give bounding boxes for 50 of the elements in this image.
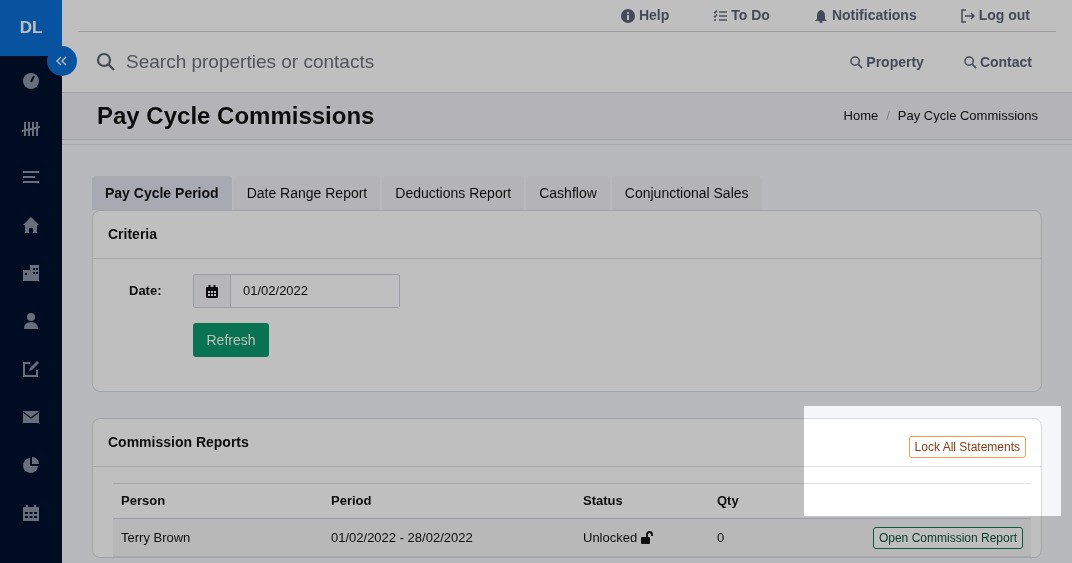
checklist-icon xyxy=(713,8,728,23)
table-cell: 0 xyxy=(709,518,809,557)
lock-all-button[interactable]: Lock All Statements xyxy=(908,435,1026,458)
person-icon[interactable] xyxy=(22,312,40,330)
column-header: Period xyxy=(323,483,575,519)
card-title: Criteria xyxy=(108,225,158,244)
logout-icon xyxy=(960,8,975,23)
tab[interactable]: Cashflow xyxy=(526,176,610,210)
card-title: Commission Reports xyxy=(108,433,249,452)
column-header: Person xyxy=(113,483,323,519)
search-field[interactable]: Search properties or contacts xyxy=(126,47,526,77)
open-report-button[interactable]: Open Commission Report xyxy=(872,526,1023,549)
info-icon xyxy=(620,8,635,23)
status-text: Unlocked xyxy=(583,527,654,548)
calendar-icon[interactable] xyxy=(22,504,40,522)
tab[interactable]: Pay Cycle Period xyxy=(92,176,232,210)
search-icon xyxy=(963,55,977,69)
search-link[interactable]: Property xyxy=(850,51,924,73)
top-link[interactable]: Help xyxy=(620,5,670,26)
top-link[interactable]: Log out xyxy=(960,5,1030,26)
buildings-icon[interactable] xyxy=(22,264,40,282)
tally-icon[interactable] xyxy=(22,120,40,138)
breadcrumb-separator: / xyxy=(886,107,890,126)
table-cell: Terry Brown xyxy=(113,518,323,557)
search-link[interactable]: Contact xyxy=(963,51,1032,73)
breadcrumb-link[interactable]: Home xyxy=(843,106,879,126)
calendar-icon xyxy=(206,284,218,298)
gauge-icon[interactable] xyxy=(22,72,40,90)
top-link[interactable]: To Do xyxy=(713,5,770,26)
tab[interactable]: Conjunctional Sales xyxy=(611,176,762,210)
table-cell: 01/02/2022 - 28/02/2022 xyxy=(323,518,575,557)
logo[interactable]: DL xyxy=(0,0,62,56)
menu-icon[interactable] xyxy=(22,168,40,186)
tab[interactable]: Deductions Report xyxy=(382,176,525,210)
envelope-icon[interactable] xyxy=(22,408,40,426)
search-icon xyxy=(96,52,116,72)
top-link[interactable]: Notifications xyxy=(813,5,917,26)
column-header: Status xyxy=(575,483,709,519)
home-icon[interactable] xyxy=(22,216,40,234)
column-header: Qty xyxy=(709,483,809,519)
date-field[interactable]: 01/02/2022 xyxy=(193,274,400,308)
search-icon xyxy=(850,55,864,69)
double-chevron-icon xyxy=(56,56,68,66)
pie-chart-icon[interactable] xyxy=(22,456,40,474)
edit-icon[interactable] xyxy=(22,360,40,378)
page-title: Pay Cycle Commissions xyxy=(97,101,375,131)
tab[interactable]: Date Range Report xyxy=(233,176,381,210)
date-label: Date: xyxy=(129,282,163,301)
breadcrumb-current: Pay Cycle Commissions xyxy=(897,107,1038,126)
bell-icon xyxy=(813,8,828,23)
